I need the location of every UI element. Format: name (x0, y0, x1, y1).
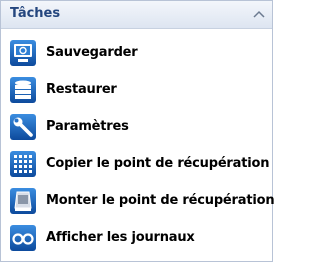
task-label: Restaurer (46, 82, 117, 97)
task-view-logs[interactable]: Afficher les journaux (9, 222, 265, 256)
task-label: Monter le point de récupération (46, 193, 275, 208)
task-backup[interactable]: Sauvegarder (9, 37, 265, 71)
task-copy-recovery-point[interactable]: Copier le point de récupération (9, 148, 269, 182)
wrench-icon (10, 114, 36, 140)
grid-dots-icon (10, 151, 36, 177)
panel-header: Tâches (1, 1, 272, 29)
task-settings[interactable]: Paramètres (9, 111, 265, 145)
database-restore-icon (10, 77, 36, 103)
task-restore[interactable]: Restaurer (9, 74, 265, 108)
panel-title: Tâches (10, 6, 61, 21)
task-label: Sauvegarder (46, 45, 138, 60)
chevron-up-icon[interactable] (253, 9, 265, 19)
glasses-icon (10, 225, 36, 251)
task-label: Copier le point de récupération (46, 156, 270, 171)
task-mount-recovery-point[interactable]: Monter le point de récupération (9, 185, 275, 219)
task-label: Paramètres (46, 119, 129, 134)
tasks-panel: Tâches Sauvegarder Restaurer Paramètres … (0, 0, 275, 262)
task-label: Afficher les journaux (46, 230, 195, 245)
backup-monitor-icon (10, 40, 36, 66)
drive-mount-icon (10, 188, 36, 214)
